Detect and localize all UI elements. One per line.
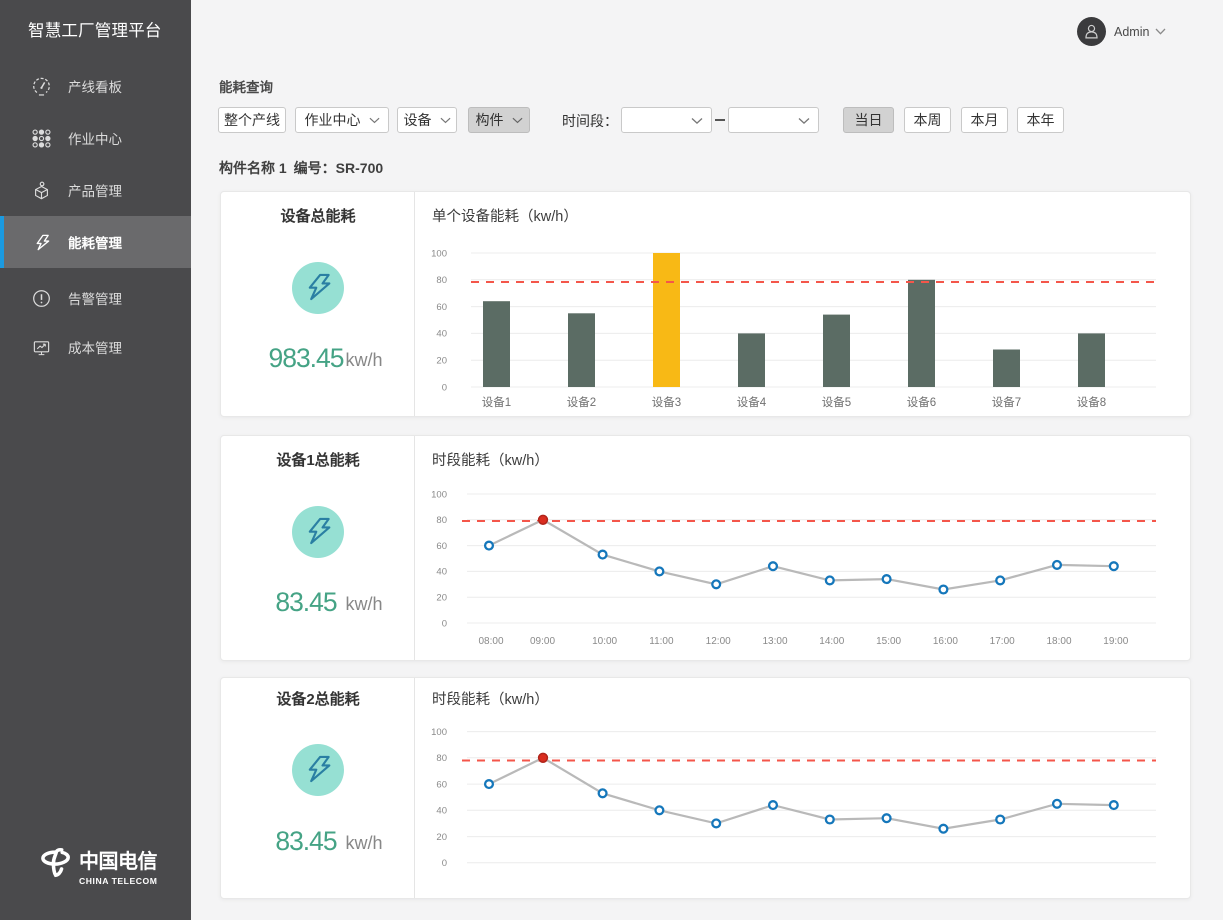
svg-text:设备2: 设备2 — [567, 395, 596, 409]
svg-text:20: 20 — [436, 356, 447, 367]
svg-text:17:00: 17:00 — [990, 636, 1015, 647]
svg-text:80: 80 — [436, 275, 447, 286]
svg-text:设备1: 设备1 — [482, 395, 511, 409]
svg-text:单个设备能耗（kw/h）: 单个设备能耗（kw/h） — [432, 208, 578, 225]
svg-text:设备5: 设备5 — [822, 395, 851, 409]
svg-text:40: 40 — [436, 567, 447, 578]
svg-text:设备3: 设备3 — [652, 395, 681, 409]
svg-text:时段能耗（kw/h）: 时段能耗（kw/h） — [432, 691, 549, 708]
svg-text:设备4: 设备4 — [737, 395, 767, 409]
svg-text:20: 20 — [436, 593, 447, 604]
svg-text:时段能耗（kw/h）: 时段能耗（kw/h） — [432, 452, 549, 469]
svg-text:100: 100 — [431, 727, 447, 738]
svg-text:10:00: 10:00 — [592, 636, 617, 647]
svg-text:13:00: 13:00 — [762, 636, 787, 647]
svg-text:设备7: 设备7 — [992, 395, 1021, 409]
svg-text:0: 0 — [442, 382, 447, 393]
svg-text:15:00: 15:00 — [876, 636, 901, 647]
svg-text:60: 60 — [436, 302, 447, 313]
svg-text:0: 0 — [442, 618, 447, 629]
svg-text:18:00: 18:00 — [1046, 636, 1071, 647]
svg-text:08:00: 08:00 — [478, 636, 503, 647]
svg-text:设备6: 设备6 — [907, 395, 936, 409]
svg-text:40: 40 — [436, 806, 447, 817]
svg-text:11:00: 11:00 — [649, 636, 674, 647]
svg-text:设备8: 设备8 — [1077, 395, 1106, 409]
svg-text:80: 80 — [436, 515, 447, 526]
svg-text:14:00: 14:00 — [819, 636, 844, 647]
svg-text:09:00: 09:00 — [530, 636, 555, 647]
svg-text:19:00: 19:00 — [1103, 636, 1128, 647]
svg-text:60: 60 — [436, 779, 447, 790]
svg-text:0: 0 — [442, 858, 447, 869]
svg-text:20: 20 — [436, 832, 447, 843]
svg-text:100: 100 — [431, 248, 447, 259]
svg-text:16:00: 16:00 — [933, 636, 958, 647]
svg-text:80: 80 — [436, 753, 447, 764]
svg-text:60: 60 — [436, 541, 447, 552]
svg-text:12:00: 12:00 — [706, 636, 731, 647]
svg-text:100: 100 — [431, 489, 447, 500]
svg-text:40: 40 — [436, 329, 447, 340]
